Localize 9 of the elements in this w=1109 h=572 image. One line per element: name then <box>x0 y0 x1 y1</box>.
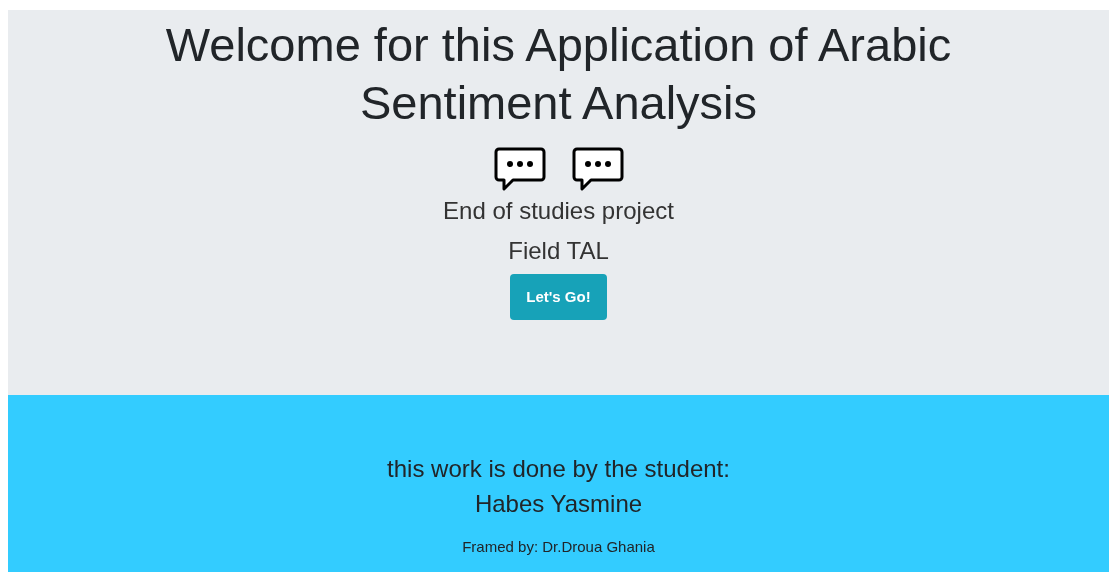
credit-text: this work is done by the student: <box>387 454 730 484</box>
speech-bubble-icon <box>570 146 625 192</box>
speech-bubble-icon <box>492 146 547 192</box>
supervisor-text: Framed by: Dr.Droua Ghania <box>462 537 655 557</box>
lets-go-button[interactable]: Let's Go! <box>510 274 607 320</box>
student-name: Habes Yasmine <box>474 489 643 519</box>
page-title: Welcome for this Application of Arabic Sentiment Analysis <box>164 17 953 131</box>
subtitle-text: End of studies project <box>443 196 674 226</box>
field-text: Field TAL <box>508 236 609 266</box>
